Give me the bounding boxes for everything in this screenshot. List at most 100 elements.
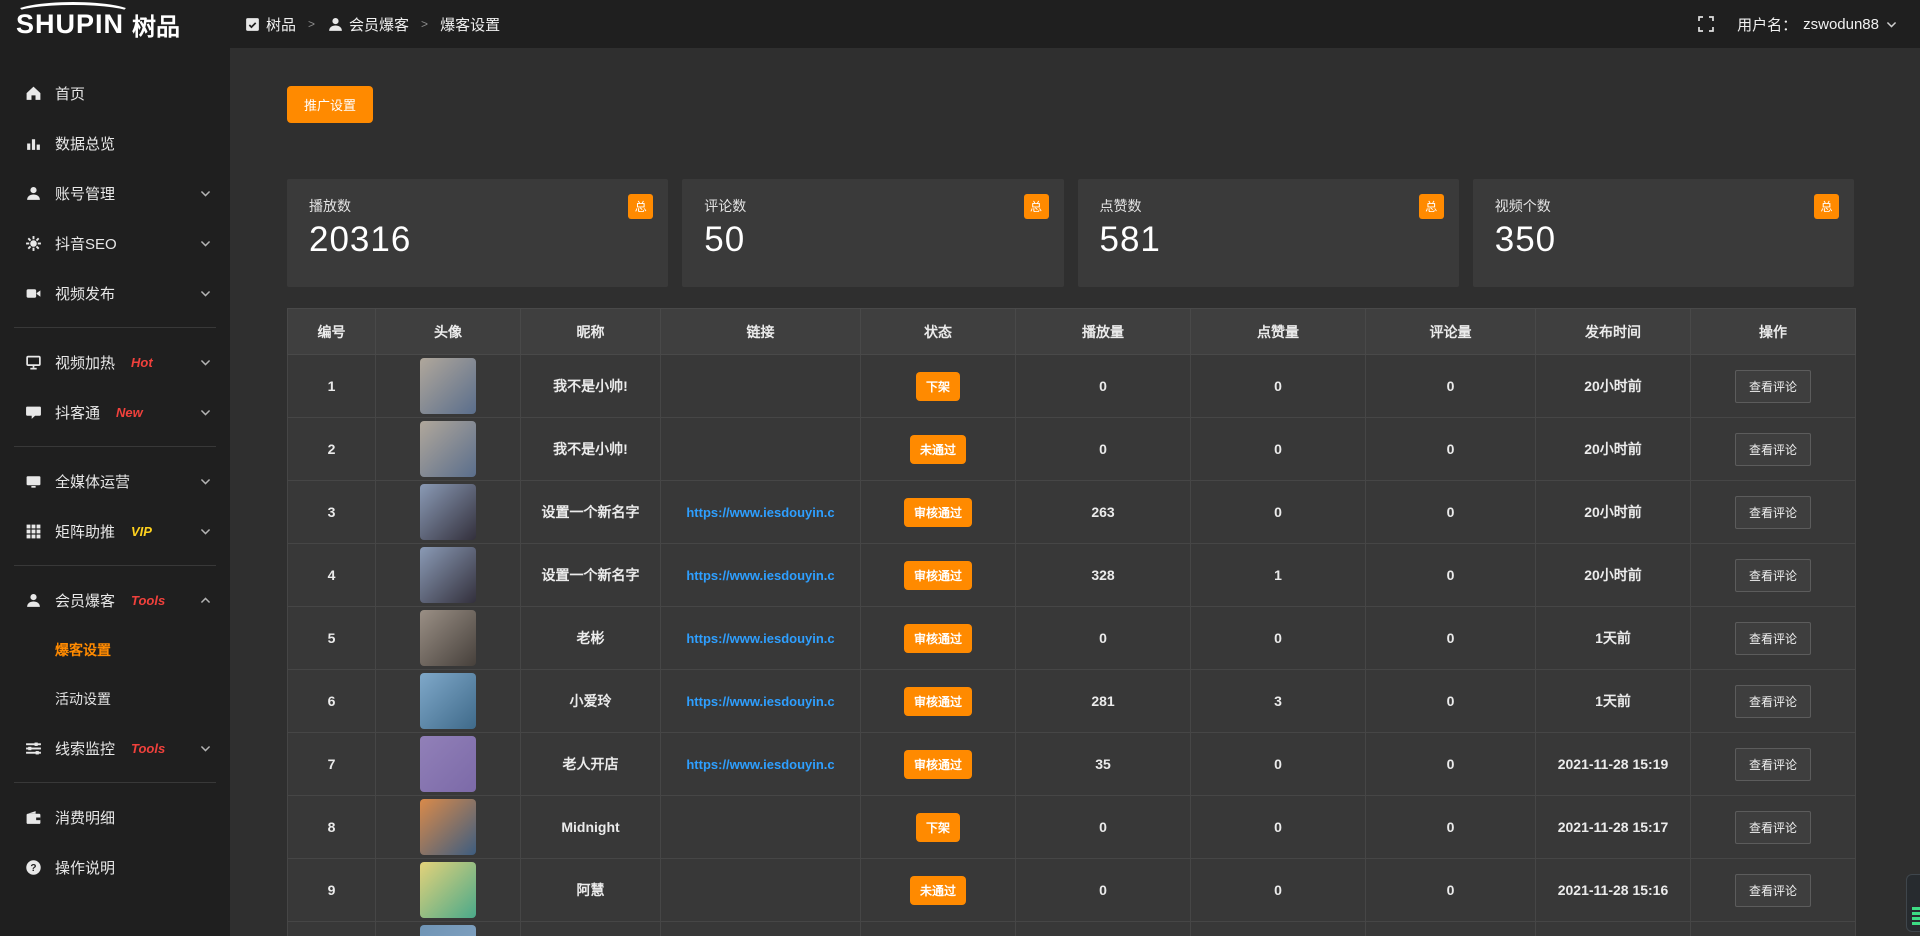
- video-link[interactable]: https://www.iesdouyin.c: [686, 568, 834, 583]
- publish-time-cell: 1天前: [1536, 607, 1691, 670]
- sidebar-subitem-activity-settings[interactable]: 活动设置: [0, 674, 230, 723]
- username-label: 用户名：: [1737, 14, 1797, 35]
- status-badge: 审核通过: [904, 687, 972, 716]
- link-cell: [661, 418, 861, 481]
- sidebar-item-matrix-boost[interactable]: 矩阵助推VIP: [0, 506, 230, 556]
- row-id-cell: 9: [288, 859, 376, 922]
- sidebar-item-home[interactable]: 首页: [0, 68, 230, 118]
- accounts-table-wrap: 编号头像昵称链接状态播放量点赞量评论量发布时间操作 1我不是小帅!下架00020…: [287, 308, 1854, 936]
- video-link[interactable]: https://www.iesdouyin.c: [686, 505, 834, 520]
- comments-cell: 0: [1366, 796, 1536, 859]
- chevron-down-icon: [199, 406, 212, 419]
- view-comments-button[interactable]: 查看评论: [1735, 811, 1811, 844]
- action-cell: 查看评论: [1691, 670, 1856, 733]
- total-badge: 总: [628, 194, 653, 219]
- video-link[interactable]: https://www.iesdouyin.c: [686, 631, 834, 646]
- chevron-down-icon: [199, 742, 212, 755]
- table-header-row: 编号头像昵称链接状态播放量点赞量评论量发布时间操作: [288, 309, 1856, 355]
- topbar: 树品>会员爆客>爆客设置 用户名： zswodun88: [230, 0, 1920, 48]
- avatar: [420, 673, 476, 729]
- view-comments-button[interactable]: 查看评论: [1735, 874, 1811, 907]
- view-comments-button[interactable]: 查看评论: [1735, 748, 1811, 781]
- link-cell: https://www.iesdouyin.c: [661, 481, 861, 544]
- link-cell: [661, 796, 861, 859]
- promotion-settings-button[interactable]: 推广设置: [287, 86, 373, 123]
- plays-cell: [1016, 922, 1191, 936]
- table-body: 1我不是小帅!下架00020小时前查看评论2我不是小帅!未通过00020小时前查…: [288, 355, 1856, 936]
- breadcrumb-item[interactable]: 树品: [244, 14, 296, 35]
- sidebar-item-douyin-seo[interactable]: 抖音SEO: [0, 218, 230, 268]
- status-cell: 审核通过: [861, 481, 1016, 544]
- breadcrumb-item[interactable]: 会员爆客: [327, 14, 409, 35]
- home-icon: [24, 85, 42, 102]
- nickname-cell: 我不是小帅!: [521, 418, 661, 481]
- sidebar-item-video-heating[interactable]: 视频加热Hot: [0, 337, 230, 387]
- publish-time-cell: 1天前: [1536, 670, 1691, 733]
- sidebar-nav: 首页数据总览账号管理抖音SEO 视频发布视频加热Hot抖客通New 全媒体运营矩阵助…: [0, 48, 230, 892]
- sidebar-item-operation-guide[interactable]: ?操作说明: [0, 842, 230, 892]
- likes-cell: 0: [1191, 355, 1366, 418]
- avatar-cell: [376, 607, 521, 670]
- view-comments-button[interactable]: 查看评论: [1735, 433, 1811, 466]
- likes-cell: 0: [1191, 859, 1366, 922]
- avatar: [420, 547, 476, 603]
- likes-cell: [1191, 922, 1366, 936]
- sidebar-item-video-publish[interactable]: 视频发布: [0, 268, 230, 318]
- plays-cell: 328: [1016, 544, 1191, 607]
- plays-cell: 281: [1016, 670, 1191, 733]
- chevron-down-icon: [199, 475, 212, 488]
- brand-logo[interactable]: SHUPIN 树品: [0, 0, 230, 48]
- column-header: 操作: [1691, 309, 1856, 355]
- table-row: 5老彬https://www.iesdouyin.c审核通过0001天前查看评论: [288, 607, 1856, 670]
- sidebar-item-badge: Tools: [131, 741, 165, 756]
- sidebar-divider: [14, 565, 216, 566]
- publish-time-cell: 20小时前: [1536, 481, 1691, 544]
- sidebar-subitem-baoke-settings[interactable]: 爆客设置: [0, 625, 230, 674]
- sidebar-item-label: 会员爆客: [55, 590, 115, 611]
- sidebar-item-member-baoke[interactable]: 会员爆客Tools: [0, 575, 230, 625]
- sidebar-item-label: 抖音SEO: [55, 233, 117, 254]
- avatar-cell: [376, 355, 521, 418]
- avatar-cell: [376, 418, 521, 481]
- table-row: 2我不是小帅!未通过00020小时前查看评论: [288, 418, 1856, 481]
- sliders-icon: [24, 740, 42, 757]
- column-header: 编号: [288, 309, 376, 355]
- total-badge: 总: [1814, 194, 1839, 219]
- view-comments-button[interactable]: 查看评论: [1735, 622, 1811, 655]
- link-cell: https://www.iesdouyin.c: [661, 670, 861, 733]
- sidebar-item-data-overview[interactable]: 数据总览: [0, 118, 230, 168]
- table-row: 7老人开店https://www.iesdouyin.c审核通过35002021…: [288, 733, 1856, 796]
- chevron-up-icon: [199, 594, 212, 607]
- table-row: 8Midnight下架0002021-11-28 15:17查看评论: [288, 796, 1856, 859]
- status-badge: 下架: [916, 372, 960, 401]
- row-id-cell: 8: [288, 796, 376, 859]
- view-comments-button[interactable]: 查看评论: [1735, 685, 1811, 718]
- fullscreen-icon[interactable]: [1697, 15, 1715, 33]
- table-row: 9阿慧未通过0002021-11-28 15:16查看评论: [288, 859, 1856, 922]
- status-badge: 审核通过: [904, 750, 972, 779]
- status-cell: 下架: [861, 355, 1016, 418]
- view-comments-button[interactable]: 查看评论: [1735, 370, 1811, 403]
- video-link[interactable]: https://www.iesdouyin.c: [686, 757, 834, 772]
- breadcrumb-item[interactable]: 爆客设置: [440, 14, 500, 35]
- nickname-cell: 阿慧: [521, 859, 661, 922]
- user-menu[interactable]: 用户名： zswodun88: [1737, 14, 1898, 35]
- sidebar-divider: [14, 327, 216, 328]
- sidebar-item-account-management[interactable]: 账号管理: [0, 168, 230, 218]
- floating-widget[interactable]: [1906, 874, 1920, 932]
- comments-cell: 0: [1366, 544, 1536, 607]
- publish-time-cell: [1536, 922, 1691, 936]
- sidebar-item-douketong[interactable]: 抖客通New: [0, 387, 230, 437]
- sidebar-item-clue-monitor[interactable]: 线索监控Tools: [0, 723, 230, 773]
- action-cell: [1691, 922, 1856, 936]
- sidebar-item-all-media-operation[interactable]: 全媒体运营: [0, 456, 230, 506]
- sidebar-item-consumption-details[interactable]: 消费明细: [0, 792, 230, 842]
- stat-card: 播放数20316总: [287, 179, 668, 287]
- status-badge: 审核通过: [904, 561, 972, 590]
- avatar: [420, 925, 476, 936]
- view-comments-button[interactable]: 查看评论: [1735, 559, 1811, 592]
- view-comments-button[interactable]: 查看评论: [1735, 496, 1811, 529]
- video-link[interactable]: https://www.iesdouyin.c: [686, 694, 834, 709]
- avatar: [420, 358, 476, 414]
- logo-text-en: SHUPIN: [16, 9, 124, 40]
